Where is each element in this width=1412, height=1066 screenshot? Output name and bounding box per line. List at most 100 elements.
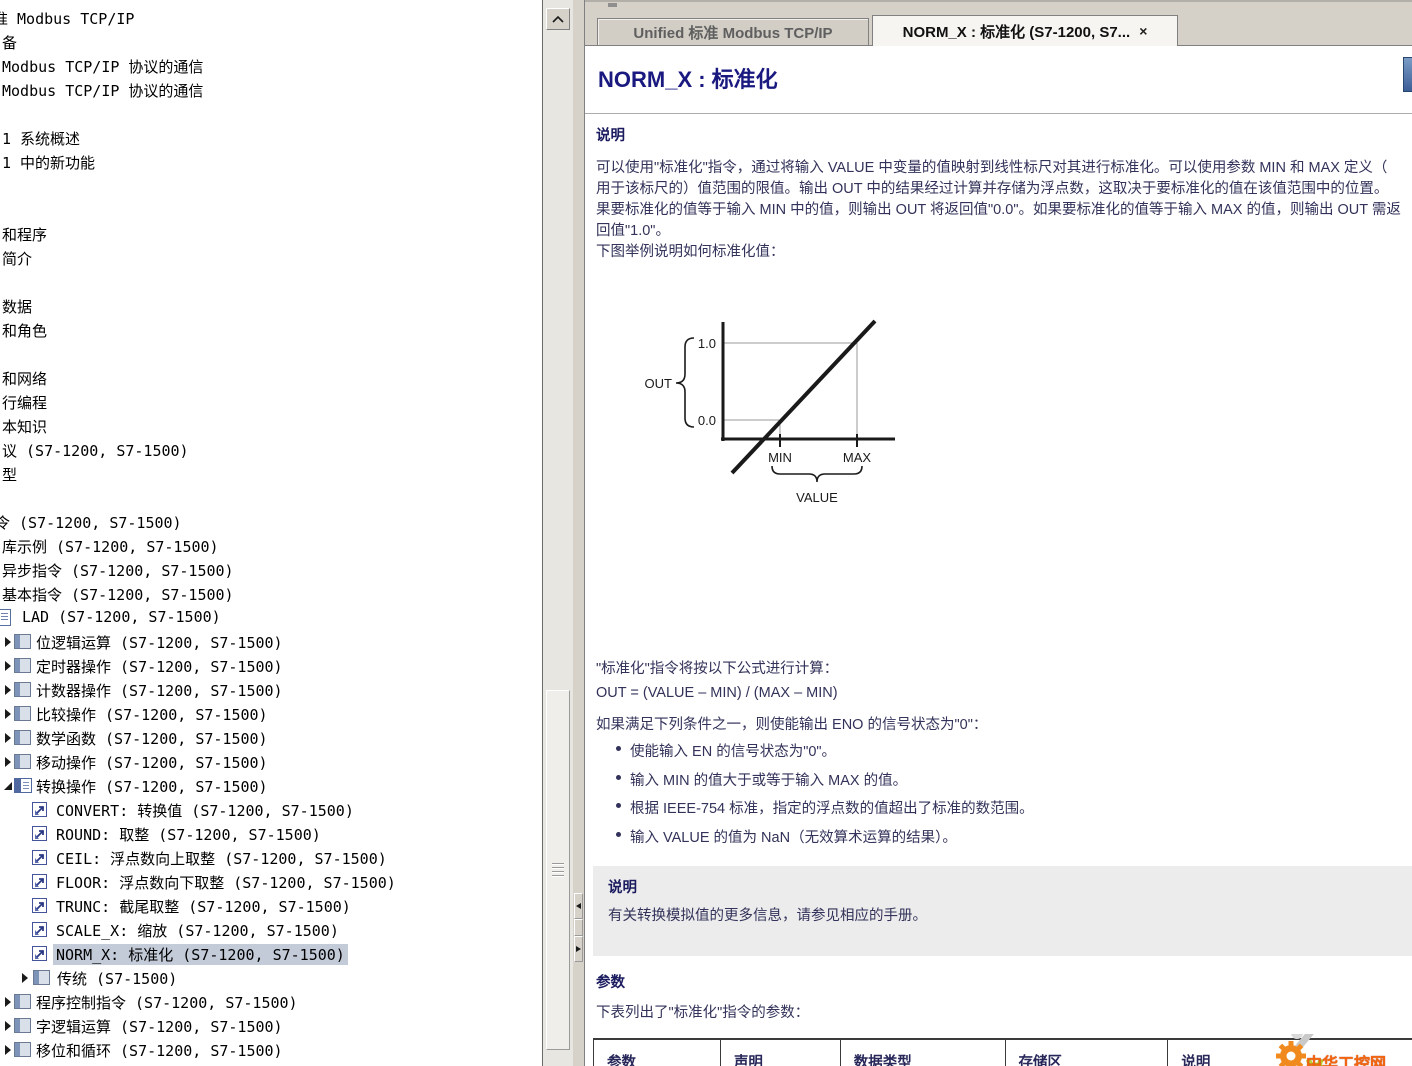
tree-item[interactable]: 库示例 (S7-1200, S7-1500): [0, 534, 542, 558]
tree-item[interactable]: 令 (S7-1200, S7-1500): [0, 510, 542, 534]
link-arrow-icon: [32, 922, 47, 937]
tree-item[interactable]: Modbus TCP/IP 协议的通信: [0, 78, 542, 102]
tree-item[interactable]: 转换操作 (S7-1200, S7-1500): [0, 774, 542, 798]
column-header: 声明: [721, 1040, 841, 1066]
note-heading: 说明: [608, 876, 637, 897]
tree-spacer: [0, 174, 542, 198]
tree-spacer: [0, 342, 542, 366]
tab-norm-x[interactable]: NORM_X : 标准化 (S7-1200, S7... ×: [872, 15, 1178, 46]
tree-item-label: 位逻辑运算 (S7-1200, S7-1500): [36, 632, 283, 653]
tree-spacer: [0, 270, 542, 294]
tree-item[interactable]: 异步指令 (S7-1200, S7-1500): [0, 558, 542, 582]
tree-item[interactable]: ROUND: 取整 (S7-1200, S7-1500): [0, 822, 542, 846]
collapsed-arrow-icon[interactable]: [3, 636, 14, 648]
clipped-toolbar-button[interactable]: [1403, 57, 1412, 92]
tree-item[interactable]: 比较操作 (S7-1200, S7-1500): [0, 702, 542, 726]
collapsed-arrow-icon[interactable]: [3, 660, 14, 672]
tree-item[interactable]: 型: [0, 462, 542, 486]
tab-unified-modbus[interactable]: Unified 标准 Modbus TCP/IP: [597, 18, 869, 46]
tabbar-top-edge: [585, 0, 1412, 2]
tree-item[interactable]: 1 中的新功能: [0, 150, 542, 174]
tree-item[interactable]: Modbus TCP/IP 协议的通信: [0, 54, 542, 78]
column-header: 数据类型: [841, 1040, 1006, 1066]
collapsed-arrow-icon[interactable]: [3, 732, 14, 744]
normalization-diagram: 1.0 0.0 OUT MIN MAX VALUE: [590, 305, 920, 510]
tree-item[interactable]: 1 系统概述: [0, 126, 542, 150]
tree-item[interactable]: 简介: [0, 246, 542, 270]
triangle-right-icon: [576, 946, 584, 952]
tree-item-label: 令 (S7-1200, S7-1500): [0, 512, 182, 533]
topic-content: NORM_X : 标准化 说明 可以使用"标准化"指令，通过将输入 VALUE …: [585, 46, 1412, 1066]
tree-scrollbar[interactable]: [542, 0, 573, 1066]
description-line: 用于该标尺的）值范围的限值。输出 OUT 中的结果经过计算并存储为浮点数，这取决…: [596, 177, 1388, 198]
tree-item[interactable]: 本知识: [0, 414, 542, 438]
help-contents-tree: 准 Modbus TCP/IP备Modbus TCP/IP 协议的通信Modbu…: [0, 0, 542, 1066]
close-icon[interactable]: ×: [1139, 23, 1147, 39]
tree-item[interactable]: 传统 (S7-1500): [0, 1062, 542, 1066]
tree-item-label-selected: NORM_X: 标准化 (S7-1200, S7-1500): [53, 944, 348, 965]
closed-book-icon: [14, 730, 31, 745]
closed-book-icon: [14, 1018, 31, 1033]
tree-item-label: 型: [2, 464, 17, 485]
tree-item-label: 和角色: [2, 320, 47, 341]
tree-item-label: 和程序: [2, 224, 47, 245]
splitter-handle[interactable]: [574, 919, 583, 936]
column-header: 存储区: [1006, 1040, 1169, 1066]
tree-item[interactable]: 数据: [0, 294, 542, 318]
tree-item[interactable]: CEIL: 浮点数向上取整 (S7-1200, S7-1500): [0, 846, 542, 870]
scrollbar-thumb[interactable]: [546, 690, 570, 1050]
tree-item[interactable]: 位逻辑运算 (S7-1200, S7-1500): [0, 630, 542, 654]
collapsed-arrow-icon[interactable]: [3, 708, 14, 720]
collapsed-arrow-icon[interactable]: [20, 972, 31, 984]
tree-item-label: 定时器操作 (S7-1200, S7-1500): [36, 656, 283, 677]
tree-item[interactable]: TRUNC: 截尾取整 (S7-1200, S7-1500): [0, 894, 542, 918]
link-arrow-icon: [32, 802, 47, 817]
formula-expression: OUT = (VALUE – MIN) / (MAX – MIN): [596, 685, 838, 701]
tree-item[interactable]: 备: [0, 30, 542, 54]
scroll-up-button[interactable]: [546, 8, 570, 30]
tree-item[interactable]: 移位和循环 (S7-1200, S7-1500): [0, 1038, 542, 1062]
tree-item[interactable]: 移动操作 (S7-1200, S7-1500): [0, 750, 542, 774]
tree-item[interactable]: 字逻辑运算 (S7-1200, S7-1500): [0, 1014, 542, 1038]
tree-item[interactable]: FLOOR: 浮点数向下取整 (S7-1200, S7-1500): [0, 870, 542, 894]
tree-item[interactable]: 数学函数 (S7-1200, S7-1500): [0, 726, 542, 750]
collapsed-arrow-icon[interactable]: [3, 1020, 14, 1032]
tree-item-label: 准 Modbus TCP/IP: [0, 8, 134, 29]
tree-item[interactable]: 基本指令 (S7-1200, S7-1500): [0, 582, 542, 606]
tree-item-label: 和网络: [2, 368, 47, 389]
collapsed-arrow-icon[interactable]: [3, 756, 14, 768]
formula-lead: "标准化"指令将按以下公式进行计算：: [596, 657, 838, 678]
collapsed-arrow-icon[interactable]: [3, 684, 14, 696]
collapsed-arrow-icon[interactable]: [3, 1044, 14, 1056]
tree-item-label: 行编程: [2, 392, 47, 413]
tree-item[interactable]: 和角色: [0, 318, 542, 342]
expanded-arrow-icon[interactable]: [3, 780, 14, 792]
tree-item[interactable]: 议 (S7-1200, S7-1500): [0, 438, 542, 462]
tree-item-label: 移动操作 (S7-1200, S7-1500): [36, 752, 268, 773]
tree-item[interactable]: NORM_X: 标准化 (S7-1200, S7-1500): [0, 942, 542, 966]
bullet-icon: [616, 832, 621, 837]
tree-item[interactable]: LAD (S7-1200, S7-1500): [0, 606, 542, 630]
tree-item[interactable]: 程序控制指令 (S7-1200, S7-1500): [0, 990, 542, 1014]
tab-label: Unified 标准 Modbus TCP/IP: [633, 22, 832, 43]
tree-item[interactable]: 和网络: [0, 366, 542, 390]
tree-item-label: SCALE_X: 缩放 (S7-1200, S7-1500): [56, 920, 339, 941]
tree-item[interactable]: 准 Modbus TCP/IP: [0, 6, 542, 30]
tab-label: NORM_X : 标准化 (S7-1200, S7...: [903, 21, 1131, 42]
collapsed-arrow-icon[interactable]: [3, 996, 14, 1008]
tree-item[interactable]: 定时器操作 (S7-1200, S7-1500): [0, 654, 542, 678]
tree-item[interactable]: 传统 (S7-1500): [0, 966, 542, 990]
tree-item[interactable]: 和程序: [0, 222, 542, 246]
closed-book-icon: [14, 754, 31, 769]
figure-intro: 下图举例说明如何标准化值：: [596, 240, 785, 261]
panel-splitter[interactable]: [573, 0, 585, 1066]
tree-item[interactable]: CONVERT: 转换值 (S7-1200, S7-1500): [0, 798, 542, 822]
tree-item[interactable]: 计数器操作 (S7-1200, S7-1500): [0, 678, 542, 702]
expand-right-button[interactable]: [574, 936, 583, 962]
closed-book-icon: [14, 1042, 31, 1057]
collapse-left-button[interactable]: [574, 893, 583, 919]
tree-item[interactable]: SCALE_X: 缩放 (S7-1200, S7-1500): [0, 918, 542, 942]
help-topic-panel: Unified 标准 Modbus TCP/IP NORM_X : 标准化 (S…: [585, 0, 1412, 1066]
tree-item[interactable]: 行编程: [0, 390, 542, 414]
tree-item-label: FLOOR: 浮点数向下取整 (S7-1200, S7-1500): [56, 872, 396, 893]
